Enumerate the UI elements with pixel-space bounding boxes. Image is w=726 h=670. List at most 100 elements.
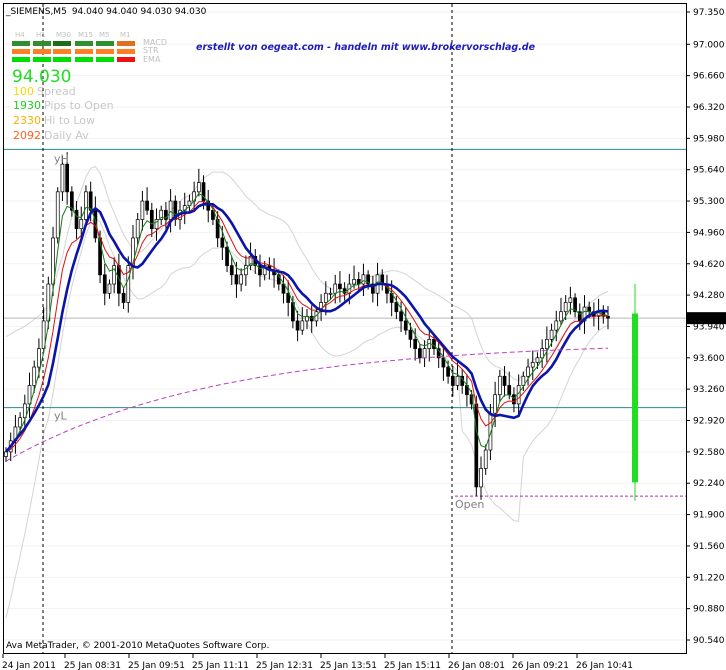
yesterday-high-label: yH: [54, 152, 69, 165]
candle-body: [149, 209, 154, 230]
candle-body: [338, 283, 342, 290]
candle-body: [333, 283, 338, 294]
candle-body: [554, 320, 559, 331]
candle-body: [361, 274, 366, 285]
timeframe-label: H1: [36, 31, 46, 39]
x-tick-label: 25 Jan 09:51: [128, 661, 185, 670]
candle-body: [535, 357, 540, 363]
candle-body: [135, 219, 140, 239]
stat-spread: 100 Spread: [13, 85, 76, 98]
stat-pips-value: 1930: [13, 99, 41, 112]
candle-body: [60, 163, 65, 193]
candle-body: [559, 311, 563, 322]
ohlc-values: 94.040 94.040 94.030 94.030: [72, 7, 207, 17]
stat-spread-label: Spread: [37, 85, 76, 98]
candle-body: [328, 292, 333, 295]
indicator-signal-cell: [33, 41, 51, 46]
price-chart[interactable]: 94.030 97.350 97.000 96.660 96.320 95.980 95.…: [0, 0, 726, 670]
range-bar-body: [632, 313, 638, 483]
candle-body: [563, 302, 568, 313]
y-tick-label: 96.320: [693, 103, 725, 113]
y-tick-label: 91.220: [693, 573, 725, 583]
candle-body: [497, 375, 502, 396]
candle-body: [493, 394, 497, 414]
candle-body: [168, 200, 173, 220]
candle-body: [37, 348, 41, 368]
stat-pips-label: Pips to Open: [44, 99, 114, 112]
y-tick-label: 95.300: [693, 197, 725, 207]
timeframe-label: M5: [99, 31, 110, 39]
indicator-signal-cell: [12, 41, 30, 46]
y-tick-label: 90.880: [693, 605, 725, 615]
candle-body: [220, 237, 225, 248]
candle-body: [450, 375, 455, 386]
y-tick-label: 94.280: [693, 291, 725, 301]
candle-body: [422, 348, 427, 359]
candle-body: [474, 403, 479, 488]
stat-daily-avg: 2092 Daily Av: [13, 129, 89, 142]
x-tick-label: 26 Jan 09:21: [512, 661, 569, 670]
candle-body: [530, 362, 535, 368]
candle-body: [121, 292, 126, 303]
y-tick-label: 93.260: [693, 385, 725, 395]
copyright-text: Ava MetaTrader, © 2001-2010 MetaQuotes S…: [6, 641, 269, 651]
candle-body: [483, 449, 488, 469]
stat-hi-to-low: 2330 Hi to Low: [13, 114, 95, 127]
x-tick-label: 25 Jan 13:51: [320, 661, 377, 670]
candle-body: [323, 292, 328, 303]
chart-header: _SIEMENS,M5 94.040 94.040 94.030 94.030: [5, 7, 207, 17]
candle-body: [145, 200, 149, 211]
timeframe-label: M15: [78, 31, 93, 39]
indicator-signal-cell: [33, 49, 51, 54]
candle-body: [502, 375, 507, 386]
y-tick-label: 92.240: [693, 479, 725, 489]
candle-body: [512, 394, 516, 405]
candle-body: [84, 191, 88, 220]
candle-body: [229, 265, 234, 276]
candle-body: [394, 302, 399, 313]
x-tick-label: 25 Jan 11:11: [192, 661, 249, 670]
candle-body: [413, 339, 418, 349]
indicator-signal-cell: [12, 49, 30, 54]
candle-body: [107, 283, 112, 294]
yesterday-low-label: yL: [54, 410, 68, 423]
y-tick-label: 90.540: [693, 636, 725, 646]
x-tick-label: 25 Jan 15:11: [384, 661, 441, 670]
candle-body: [403, 320, 408, 331]
candle-body: [18, 417, 22, 428]
y-tick-label: 92.920: [693, 417, 725, 427]
x-tick-label: 25 Jan 08:31: [64, 661, 121, 670]
indicator-signal-cell: [75, 57, 93, 62]
candle-body: [79, 219, 84, 230]
x-tick-label: 24 Jan 2011: [2, 661, 56, 670]
x-tick-label: 26 Jan 10:41: [576, 661, 633, 670]
indicator-signal-cell: [33, 57, 51, 62]
ema-label: EMA: [143, 55, 161, 64]
candle-body: [65, 163, 69, 193]
candle-body: [540, 348, 545, 359]
y-tick-label: 95.980: [693, 134, 725, 144]
indicator-signal-cell: [53, 41, 71, 46]
indicator-signal-cell: [117, 41, 135, 46]
open-label: Open: [455, 498, 484, 511]
timeframe-label: H4: [15, 31, 25, 39]
y-tick-label: 91.560: [693, 542, 725, 552]
candle-body: [239, 274, 244, 285]
candle-body: [568, 297, 573, 303]
indicator-signal-cell: [75, 49, 93, 54]
indicator-signal-cell: [96, 41, 114, 46]
candle-body: [418, 348, 422, 359]
timeframe-label: M1: [120, 31, 131, 39]
candle-body: [352, 279, 356, 285]
y-tick-label: 97.350: [693, 8, 725, 18]
range-bar: [632, 284, 638, 501]
indicator-signal-cell: [12, 57, 30, 62]
candle-body: [526, 366, 530, 377]
indicator-signal-cell: [53, 49, 71, 54]
indicator-signal-cell: [75, 41, 93, 46]
banner-text: erstellt von oegeat.com - handeln mit ww…: [196, 42, 536, 53]
y-tick-label: 93.940: [693, 322, 725, 332]
indicator-signal-cell: [53, 57, 71, 62]
stat-daily-value: 2092: [13, 129, 41, 142]
candle-body: [55, 191, 60, 239]
